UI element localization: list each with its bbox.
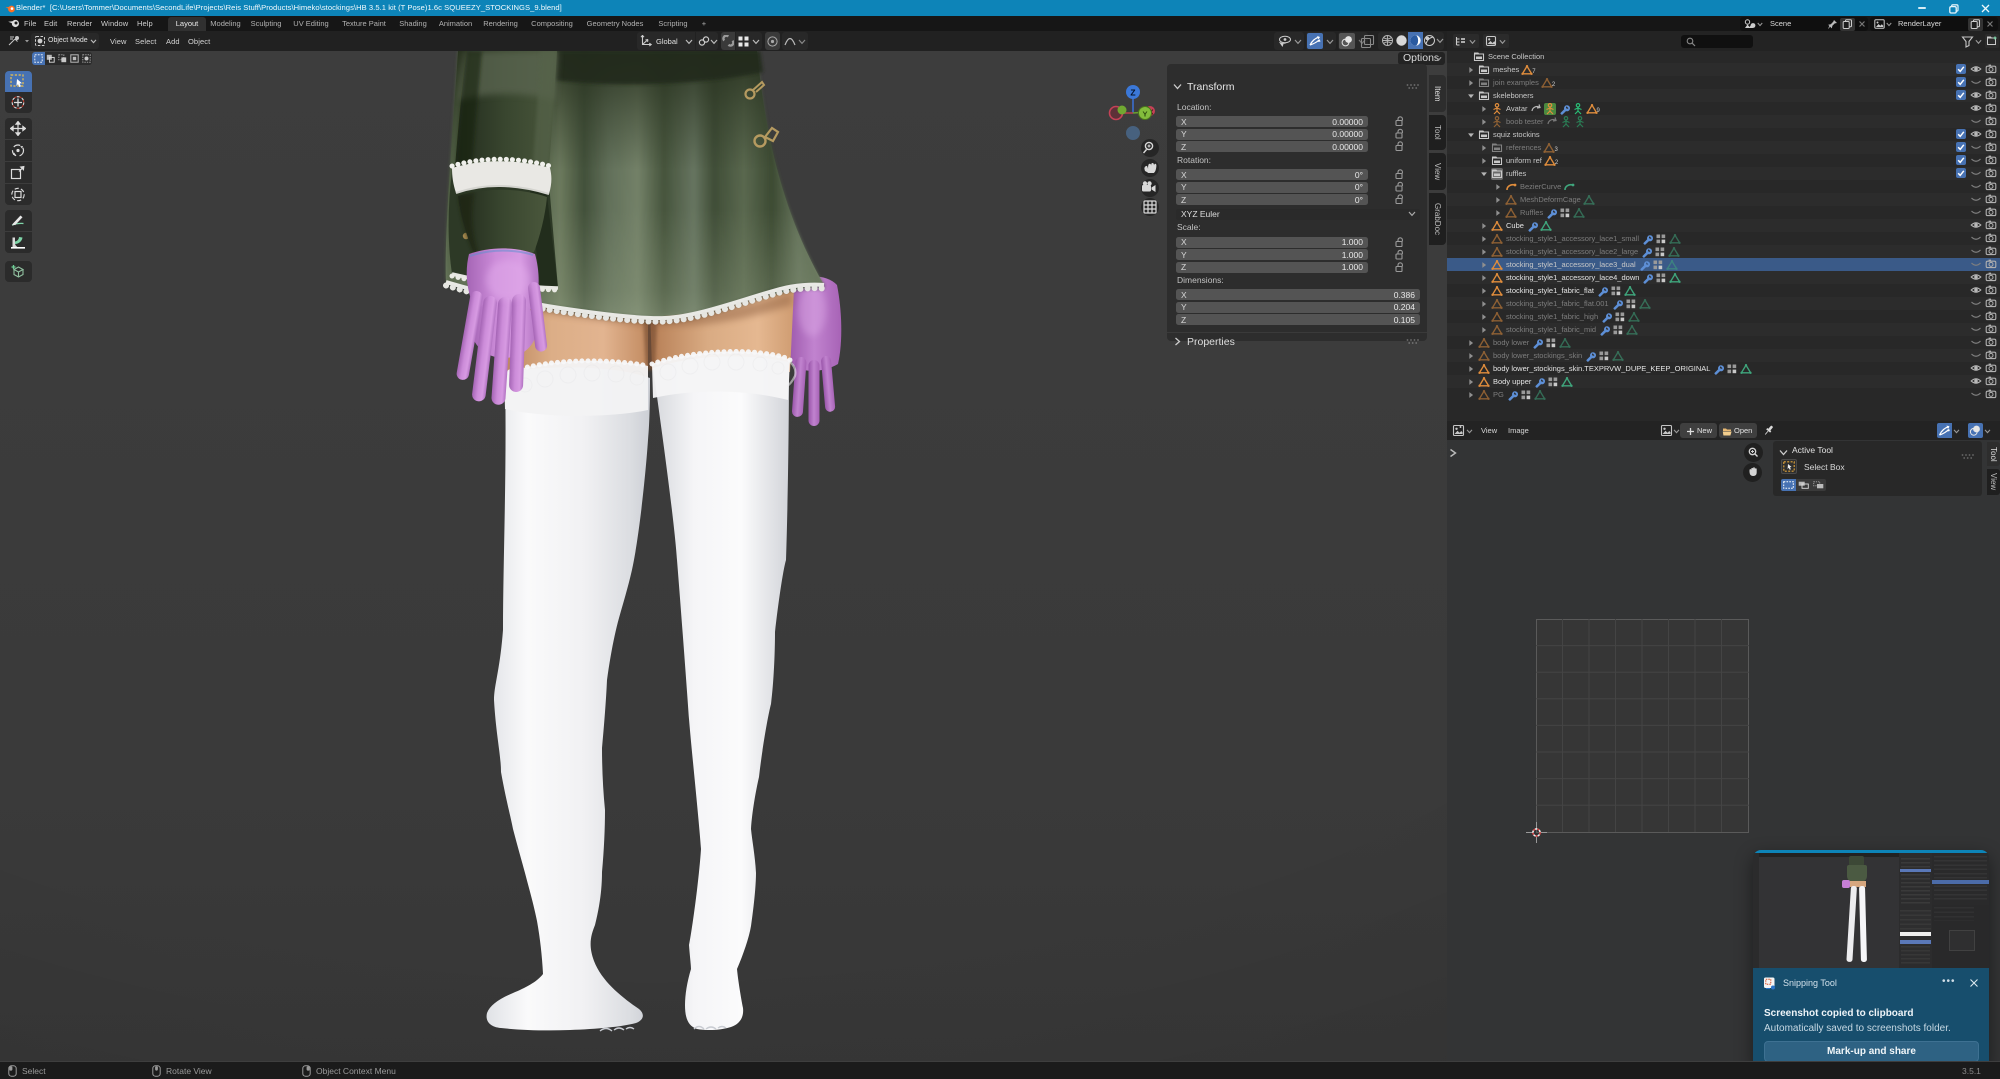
svg-text:Y: Y [1142, 110, 1147, 119]
svg-text:Z: Z [1130, 88, 1135, 98]
